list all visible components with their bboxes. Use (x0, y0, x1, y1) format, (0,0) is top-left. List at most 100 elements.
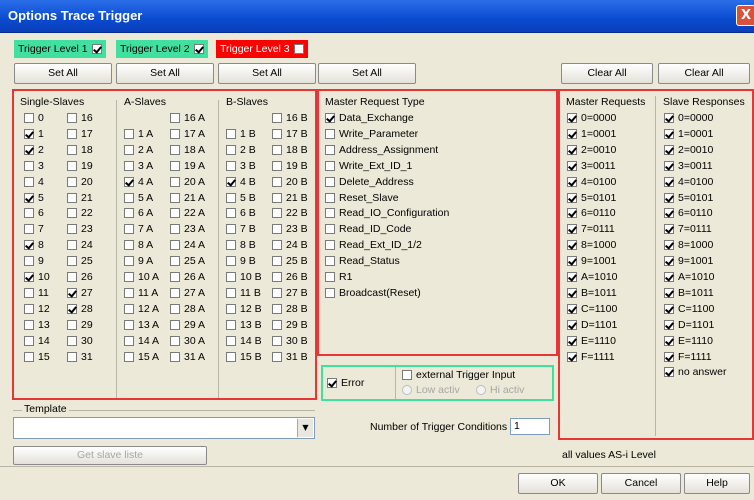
checkbox[interactable] (226, 320, 236, 330)
checkbox[interactable] (567, 161, 577, 171)
checkbox[interactable] (170, 256, 180, 266)
checkbox[interactable] (124, 320, 134, 330)
checkbox[interactable] (67, 304, 77, 314)
checkbox-row[interactable]: 15 A (124, 350, 159, 364)
checkbox-row[interactable]: 23 A (170, 222, 205, 236)
hi-activ-radio[interactable] (476, 385, 486, 395)
checkbox[interactable] (24, 161, 34, 171)
checkbox[interactable] (124, 129, 134, 139)
checkbox-row[interactable]: Data_Exchange (325, 111, 414, 125)
checkbox-row[interactable]: Broadcast(Reset) (325, 286, 421, 300)
checkbox-row[interactable]: 30 A (170, 334, 205, 348)
checkbox[interactable] (325, 177, 335, 187)
checkbox[interactable] (226, 304, 236, 314)
checkbox-row[interactable]: 6 A (124, 206, 153, 220)
checkbox[interactable] (67, 208, 77, 218)
checkbox-row[interactable]: 24 A (170, 238, 205, 252)
checkbox[interactable] (24, 129, 34, 139)
checkbox-row[interactable]: 16 (67, 111, 93, 125)
checkbox[interactable] (67, 177, 77, 187)
checkbox-row[interactable]: Reset_Slave (325, 191, 399, 205)
checkbox-row[interactable]: 3=0011 (664, 159, 713, 173)
checkbox[interactable] (567, 145, 577, 155)
checkbox[interactable] (24, 177, 34, 187)
checkbox[interactable] (170, 352, 180, 362)
checkbox[interactable] (170, 240, 180, 250)
checkbox[interactable] (170, 288, 180, 298)
checkbox[interactable] (170, 193, 180, 203)
checkbox[interactable] (67, 240, 77, 250)
checkbox-row[interactable]: 13 B (226, 318, 262, 332)
b-set-all-button[interactable]: Set All (218, 63, 316, 84)
checkbox-row[interactable]: 31 (67, 350, 93, 364)
checkbox[interactable] (170, 161, 180, 171)
checkbox[interactable] (567, 177, 577, 187)
checkbox[interactable] (567, 336, 577, 346)
checkbox-row[interactable]: 1=0001 (664, 127, 713, 141)
checkbox-row[interactable]: 20 B (272, 175, 308, 189)
checkbox[interactable] (664, 177, 674, 187)
master-requests-clear-all-button[interactable]: Clear All (561, 63, 653, 84)
checkbox-row[interactable]: 4 B (226, 175, 256, 189)
checkbox[interactable] (170, 113, 180, 123)
checkbox[interactable] (272, 288, 282, 298)
checkbox-row[interactable]: 2=0010 (567, 143, 616, 157)
checkbox[interactable] (226, 145, 236, 155)
checkbox[interactable] (124, 208, 134, 218)
checkbox-row[interactable]: 28 B (272, 302, 308, 316)
checkbox-row[interactable]: 2=0010 (664, 143, 713, 157)
checkbox-row[interactable]: 8=1000 (567, 238, 616, 252)
checkbox[interactable] (567, 129, 577, 139)
external-trigger-checkbox[interactable] (402, 370, 412, 380)
checkbox[interactable] (567, 240, 577, 250)
checkbox[interactable] (325, 272, 335, 282)
checkbox[interactable] (124, 304, 134, 314)
close-button[interactable]: X (736, 5, 754, 26)
checkbox[interactable] (664, 336, 674, 346)
checkbox-row[interactable]: 14 A (124, 334, 159, 348)
checkbox[interactable] (170, 129, 180, 139)
checkbox-row[interactable]: D=1101 (664, 318, 714, 332)
checkbox-row[interactable]: 8 B (226, 238, 256, 252)
checkbox[interactable] (124, 161, 134, 171)
master-type-set-all-button[interactable]: Set All (318, 63, 416, 84)
checkbox-row[interactable]: 16 A (170, 111, 205, 125)
trigger-conditions-input[interactable]: 1 (510, 418, 550, 435)
checkbox[interactable] (67, 113, 77, 123)
checkbox-row[interactable]: 31 A (170, 350, 205, 364)
checkbox-row[interactable]: 9=1001 (567, 254, 616, 268)
checkbox-row[interactable]: 4 (24, 175, 44, 189)
checkbox[interactable] (226, 208, 236, 218)
checkbox[interactable] (226, 272, 236, 282)
checkbox[interactable] (24, 256, 34, 266)
checkbox[interactable] (567, 193, 577, 203)
checkbox-row[interactable]: Delete_Address (325, 175, 414, 189)
cancel-button[interactable]: Cancel (601, 473, 681, 494)
checkbox-row[interactable]: 16 B (272, 111, 308, 125)
checkbox-row[interactable]: 8 (24, 238, 44, 252)
checkbox-row[interactable]: 12 B (226, 302, 262, 316)
checkbox[interactable] (272, 161, 282, 171)
checkbox[interactable] (664, 352, 674, 362)
checkbox[interactable] (567, 272, 577, 282)
checkbox-row[interactable]: E=1110 (567, 334, 616, 348)
ok-button[interactable]: OK (518, 473, 598, 494)
checkbox-row[interactable]: 29 B (272, 318, 308, 332)
checkbox-row[interactable]: 22 A (170, 206, 205, 220)
checkbox[interactable] (664, 129, 674, 139)
checkbox[interactable] (170, 304, 180, 314)
checkbox-row[interactable]: Read_Ext_ID_1/2 (325, 238, 422, 252)
chevron-down-icon[interactable]: ▼ (297, 419, 313, 437)
checkbox-row[interactable]: 3 B (226, 159, 256, 173)
checkbox[interactable] (67, 145, 77, 155)
checkbox-row[interactable]: 12 (24, 302, 50, 316)
checkbox-row[interactable]: C=1100 (567, 302, 617, 316)
checkbox[interactable] (67, 161, 77, 171)
checkbox-row[interactable]: 29 (67, 318, 93, 332)
low-activ-radio[interactable] (402, 385, 412, 395)
checkbox[interactable] (124, 224, 134, 234)
checkbox-row[interactable]: Write_Ext_ID_1 (325, 159, 412, 173)
checkbox-row[interactable]: 17 A (170, 127, 205, 141)
checkbox[interactable] (226, 352, 236, 362)
checkbox-row[interactable]: 7 (24, 222, 44, 236)
